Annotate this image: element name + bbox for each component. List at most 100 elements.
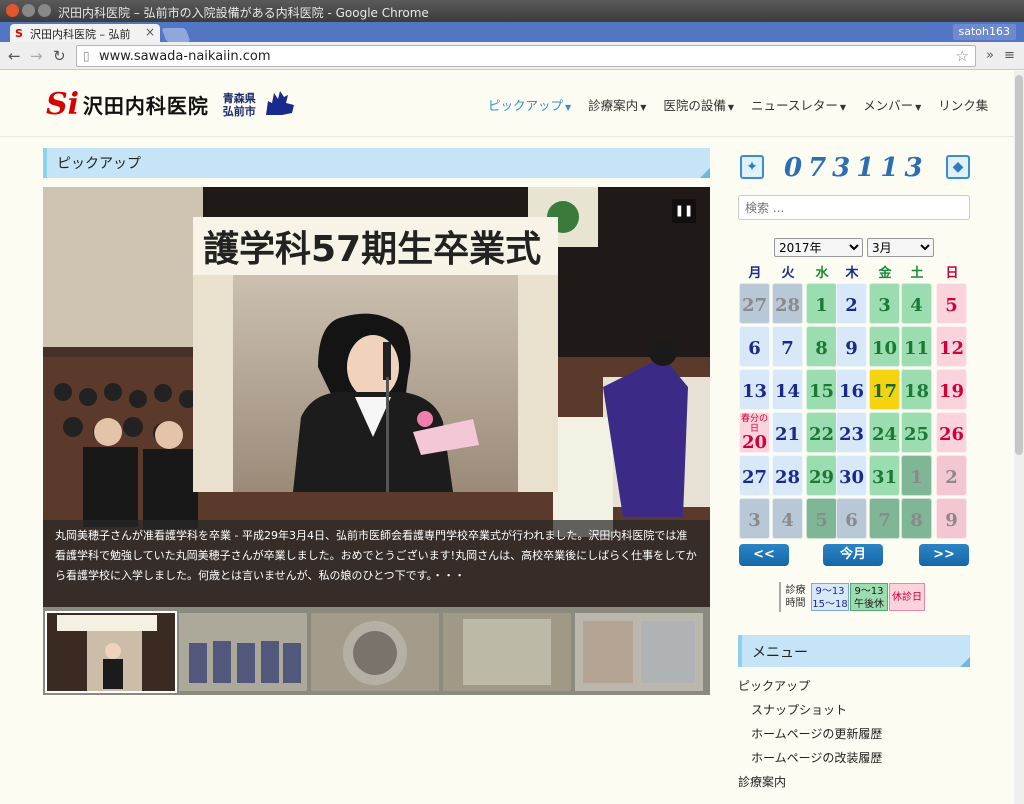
web-page: Si 沢田内科医院 青森県 弘前市 ピックアップ ▼ 診療案内 ▼ 医院の設備 ▼ ニュース… [0,71,1014,804]
nav-item-3[interactable]: ニュースレター ▼ [751,95,846,114]
menu-link[interactable]: スナップショット [738,701,970,725]
calendar-day[interactable]: 29 [806,455,837,496]
calendar-day[interactable]: 12 [936,326,967,367]
calendar-day[interactable]: 21 [772,412,803,453]
calendar-day[interactable]: 10 [869,326,900,367]
calendar-day[interactable]: 22 [806,412,837,453]
pickup-slideshow[interactable]: 護学科57期生卒業式 ❚❚ 丸岡美穂子さんが准看護学科を卒業 - 平成29年3月… [43,187,710,607]
calendar-day[interactable]: 2 [936,455,967,496]
calendar-day[interactable]: 24 [869,412,900,453]
browser-tab[interactable]: S 沢田内科医院 – 弘前 × [10,24,160,42]
profile-user-badge[interactable]: satoh163 [952,24,1016,40]
calendar-day[interactable]: 1 [806,283,837,324]
url-text[interactable]: www.sawada-naikaiin.com [99,49,271,64]
calendar-day[interactable]: 14 [772,369,803,410]
reload-icon[interactable]: ↻ [53,47,66,65]
nav-item-4[interactable]: メンバー ▼ [863,95,921,114]
browser-toolbar: ← → ↻ ▯ www.sawada-naikaiin.com ☆ » ≡ [0,42,1024,70]
calendar-day-number: 13 [741,381,768,402]
menu-link[interactable]: ホームページの更新履歴 [738,725,970,749]
bookmark-star-icon[interactable]: ☆ [956,47,969,65]
calendar-month-select[interactable]: 3月 [867,238,934,257]
pickup-heading-text: ピックアップ [57,156,141,172]
back-arrow-icon[interactable]: ← [8,47,21,65]
window-controls[interactable] [6,4,54,20]
calendar-day-number: 9 [845,338,858,359]
calendar-day[interactable]: 2 [836,283,867,324]
calendar-day-number: 28 [774,295,801,316]
thumbnail-5[interactable] [575,613,703,691]
calendar-day[interactable]: 5 [936,283,967,324]
calendar-day[interactable]: 30 [836,455,867,496]
counter-number: 073113 [784,153,929,183]
calendar-day[interactable]: 6 [836,498,867,539]
calendar-day[interactable]: 15 [806,369,837,410]
calendar-prev-button[interactable]: << [739,544,789,566]
nav-item-5[interactable]: リンク集 [938,95,988,114]
calendar-day[interactable]: 9 [936,498,967,539]
caret-down-icon: ▼ [915,103,922,112]
new-tab-button[interactable] [161,28,191,42]
nav-item-2[interactable]: 医院の設備 ▼ [663,95,734,114]
calendar-current-month-button[interactable]: 今月 [823,544,883,566]
calendar-day[interactable]: 9 [836,326,867,367]
search-input[interactable] [738,195,970,220]
nav-item-0[interactable]: ピックアップ ▼ [488,95,571,114]
calendar-day[interactable]: 4 [772,498,803,539]
calendar-day[interactable]: 3 [739,498,770,539]
calendar-year-select[interactable]: 2017年 [774,238,863,257]
calendar-day[interactable]: 27 [739,283,770,324]
calendar-day-today[interactable]: 17 [869,369,900,410]
calendar-day[interactable]: 5 [806,498,837,539]
calendar-day[interactable]: 31 [869,455,900,496]
minimize-window-button[interactable] [22,4,35,17]
thumbnail-2[interactable] [179,613,307,691]
calendar-day[interactable]: 春分の日 20 [739,412,770,453]
calendar-day-number: 8 [815,338,828,359]
thumbnail-3[interactable] [311,613,439,691]
menu-link[interactable]: ピックアップ [738,677,970,701]
calendar-day[interactable]: 8 [901,498,932,539]
calendar-day[interactable]: 28 [772,455,803,496]
close-tab-icon[interactable]: × [145,25,155,39]
calendar-day[interactable]: 26 [936,412,967,453]
page-scrollbar[interactable] [1014,71,1024,804]
calendar-day[interactable]: 1 [901,455,932,496]
weekday-header: 水 [815,266,829,281]
site-logo[interactable]: Si 沢田内科医院 青森県 弘前市 [46,87,298,122]
thumbnail-4[interactable] [443,613,571,691]
calendar-day[interactable]: 11 [901,326,932,367]
calendar-day[interactable]: 6 [739,326,770,367]
calendar-day[interactable]: 13 [739,369,770,410]
legend-closed-day: 休診日 [889,583,925,611]
calendar-day[interactable]: 16 [836,369,867,410]
logo-region: 青森県 弘前市 [223,92,256,118]
close-window-button[interactable] [6,4,19,17]
calendar-day-number: 4 [781,510,794,531]
calendar-day[interactable]: 27 [739,455,770,496]
thumbnail-1[interactable] [45,611,177,693]
calendar-day-number: 24 [871,424,898,445]
pause-icon[interactable]: ❚❚ [672,199,696,223]
calendar-next-button[interactable]: >> [919,544,969,566]
calendar-day[interactable]: 18 [901,369,932,410]
calendar-day[interactable]: 23 [836,412,867,453]
menu-link[interactable]: ホームページの改装履歴 [738,749,970,773]
extensions-chevron-icon[interactable]: » [986,48,994,63]
menu-link[interactable]: 診療案内 [738,773,970,797]
chrome-menu-icon[interactable]: ≡ [1004,48,1015,63]
calendar-day[interactable]: 8 [806,326,837,367]
address-bar[interactable]: ▯ www.sawada-naikaiin.com ☆ [76,45,976,67]
calendar-day-number: 10 [871,338,898,359]
calendar-day[interactable]: 7 [869,498,900,539]
maximize-window-button[interactable] [38,4,51,17]
calendar-day[interactable]: 4 [901,283,932,324]
nav-item-1[interactable]: 診療案内 ▼ [588,95,646,114]
forward-arrow-icon[interactable]: → [30,47,43,65]
calendar-day[interactable]: 7 [772,326,803,367]
calendar-day[interactable]: 28 [772,283,803,324]
scrollbar-thumb[interactable] [1015,75,1023,455]
calendar-day[interactable]: 25 [901,412,932,453]
calendar-day[interactable]: 19 [936,369,967,410]
calendar-day[interactable]: 3 [869,283,900,324]
